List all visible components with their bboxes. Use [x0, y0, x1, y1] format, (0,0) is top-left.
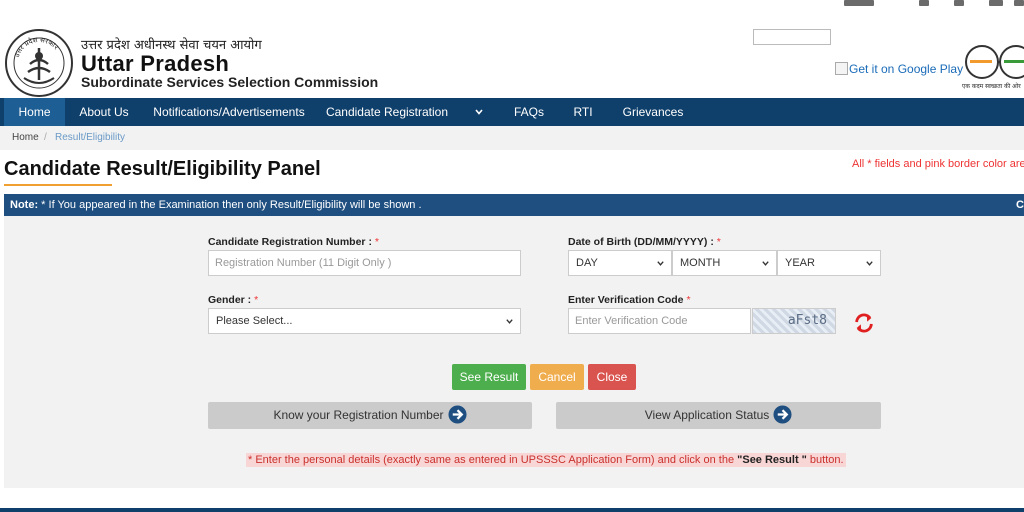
refresh-captcha-icon[interactable] [853, 312, 875, 334]
note-text: * If You appeared in the Examination the… [41, 199, 422, 211]
header-banner-image[interactable] [753, 29, 831, 45]
chevron-down-icon[interactable] [474, 107, 484, 117]
nav-item-faqs[interactable]: FAQs [508, 98, 550, 126]
chevron-down-icon [762, 261, 769, 266]
view-status-label: View Application Status [644, 408, 770, 422]
title-underline [4, 184, 112, 186]
up-emblem-icon: उत्तर प्रदेश सरकार [5, 29, 73, 97]
nav-item-about-us[interactable]: About Us [74, 98, 134, 126]
note-bar: Note: * If You appeared in the Examinati… [4, 194, 1024, 216]
gender-label: Gender : * [208, 294, 259, 306]
page-title: Candidate Result/Eligibility Panel [4, 158, 321, 180]
chevron-down-icon [866, 261, 873, 266]
language-icon[interactable] [989, 0, 1003, 6]
required-fields-note: All * fields and pink border color are [852, 158, 1024, 170]
breadcrumb-home[interactable]: Home [12, 126, 39, 150]
dob-year-select[interactable]: YEAR [777, 250, 881, 276]
close-button[interactable]: Close [588, 364, 636, 390]
captcha-image: aFst8 [752, 308, 836, 334]
registration-number-label: Candidate Registration Number : * [208, 236, 379, 248]
main-navigation: Home About Us Notifications/Advertisemen… [0, 98, 1024, 126]
nav-item-home[interactable]: Home [4, 98, 65, 126]
nav-item-candidate-registration[interactable]: Candidate Registration [322, 98, 452, 126]
google-play-link[interactable]: Get it on Google Play [835, 62, 963, 76]
arrow-right-circle-icon [773, 405, 792, 424]
google-play-label: Get it on Google Play [849, 62, 964, 76]
nav-item-rti[interactable]: RTI [568, 98, 598, 126]
know-registration-label: Know your Registration Number [273, 408, 444, 422]
note-right-glyph: C [1016, 199, 1024, 211]
menu-icon[interactable] [1014, 0, 1024, 6]
settings-icon[interactable] [919, 0, 929, 6]
accessibility-icon[interactable] [954, 0, 964, 6]
see-result-button[interactable]: See Result [452, 364, 526, 390]
gender-select[interactable]: Please Select... [208, 308, 521, 334]
breadcrumb: Home / Result/Eligibility [0, 126, 1024, 150]
bottom-bar [0, 508, 1024, 512]
know-registration-number-button[interactable]: Know your Registration Number [208, 402, 532, 429]
dob-month-select[interactable]: MONTH [672, 250, 777, 276]
dob-day-select[interactable]: DAY [568, 250, 672, 276]
utility-link[interactable] [844, 0, 874, 6]
verification-code-label: Enter Verification Code * [568, 294, 691, 306]
top-utility-icons [814, 0, 1024, 10]
verification-code-input[interactable]: Enter Verification Code [568, 308, 751, 334]
breadcrumb-separator: / [44, 132, 47, 143]
arrow-right-circle-icon [448, 405, 467, 424]
cancel-button[interactable]: Cancel [530, 364, 584, 390]
dob-label: Date of Birth (DD/MM/YYYY) : * [568, 236, 721, 248]
breadcrumb-current: Result/Eligibility [55, 132, 126, 143]
instruction-footnote: * Enter the personal details (exactly sa… [246, 453, 846, 467]
nav-item-notifications[interactable]: Notifications/Advertisements [150, 98, 308, 126]
swachh-caption: एक कदम स्वच्छता की ओर [962, 82, 1021, 90]
note-label: Note: [10, 199, 39, 211]
nav-item-grievances[interactable]: Grievances [618, 98, 688, 126]
registration-number-input[interactable]: Registration Number (11 Digit Only ) [208, 250, 521, 276]
chevron-down-icon [506, 319, 513, 324]
view-application-status-button[interactable]: View Application Status [556, 402, 881, 429]
chevron-down-icon [657, 261, 664, 266]
site-header: उत्तर प्रदेश सरकार उत्तर प्रदेश अधीनस्थ … [0, 10, 1024, 98]
brand-subtitle: Subordinate Services Selection Commissio… [81, 74, 379, 90]
swachh-bharat-logo-icon: एक कदम स्वच्छता की ओर [962, 45, 1024, 90]
broken-image-icon [835, 62, 848, 75]
